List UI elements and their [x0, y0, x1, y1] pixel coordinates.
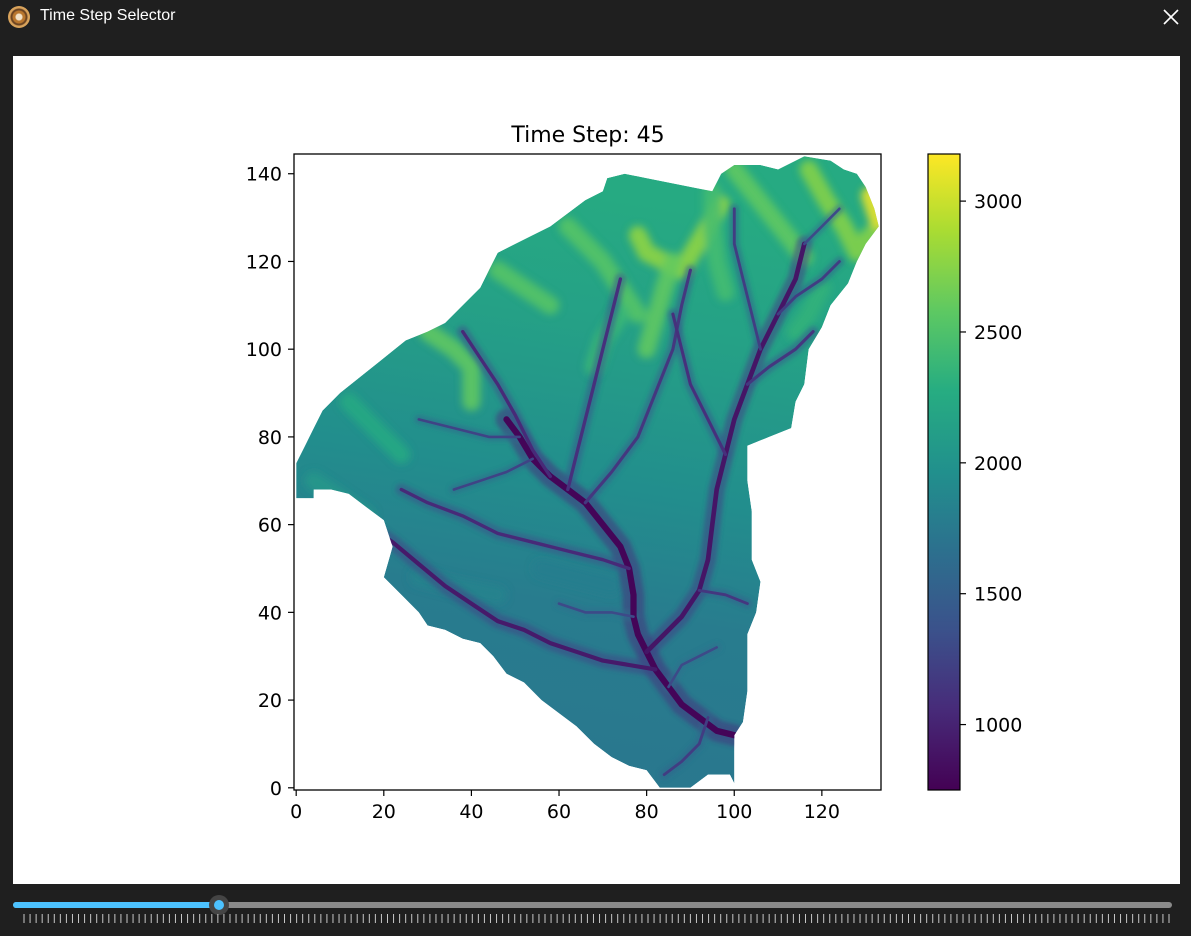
chart-title: Time Step: 45	[510, 123, 664, 148]
colorbar-tick-label: 1500	[974, 584, 1022, 606]
x-tick-label: 20	[372, 801, 396, 823]
x-tick-label: 100	[716, 801, 752, 823]
ridge-0	[861, 186, 879, 231]
close-icon	[1163, 9, 1179, 25]
colorbar-tick-label: 2500	[974, 322, 1022, 344]
x-tick-label: 40	[459, 801, 483, 823]
x-tick-label: 120	[804, 801, 840, 823]
y-tick-label: 0	[270, 778, 282, 800]
slider-thumb[interactable]	[209, 895, 230, 915]
plot-canvas: Time Step: 45 0 20 40 60 80 100 120 0 20 40 60 80 10…	[13, 56, 1180, 884]
app-logo-icon	[8, 6, 30, 28]
y-tick-label: 120	[246, 251, 282, 273]
colorbar-tick-label: 2000	[974, 453, 1022, 475]
y-tick-label: 140	[246, 164, 282, 186]
slider-fill	[13, 902, 220, 908]
x-tick-label: 60	[547, 801, 571, 823]
heatmap-image	[296, 156, 879, 788]
time-step-slider-area	[0, 884, 1191, 936]
time-step-slider[interactable]	[13, 895, 1172, 915]
y-tick-label: 40	[258, 602, 282, 624]
slider-tick-marks	[23, 914, 1170, 923]
heatmap-figure: Time Step: 45 0 20 40 60 80 100 120 0 20 40 60 80 10…	[246, 123, 1023, 823]
colorbar-gradient	[927, 153, 961, 791]
close-button[interactable]	[1156, 2, 1186, 32]
colorbar-tick-label: 1000	[974, 715, 1022, 737]
title-bar: Time Step Selector	[0, 0, 1191, 34]
y-tick-label: 60	[258, 515, 282, 537]
colorbar-tick-label: 3000	[974, 191, 1022, 213]
colorbar: 1000 1500 2000 2500 3000	[927, 153, 1022, 791]
window-title: Time Step Selector	[40, 7, 176, 24]
y-tick-label: 100	[246, 339, 282, 361]
x-tick-label: 0	[290, 801, 302, 823]
x-tick-label: 80	[635, 801, 659, 823]
y-tick-label: 20	[258, 690, 282, 712]
y-tick-label: 80	[258, 427, 282, 449]
